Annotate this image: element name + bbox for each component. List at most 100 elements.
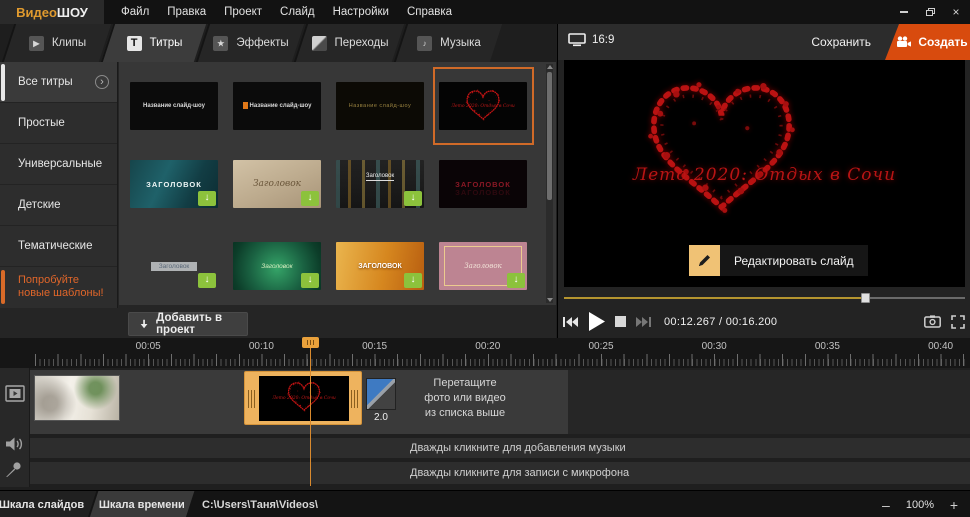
sidebar-item-4[interactable]: Детские	[0, 185, 117, 226]
tab-титры[interactable]: TТитры	[101, 24, 206, 62]
drop-hint-line1: Перетащите	[410, 376, 520, 391]
template-thumbnail-12[interactable]: Заголовок↓	[439, 242, 527, 290]
stop-button[interactable]	[610, 305, 631, 338]
drop-hint-line3: из списка выше	[410, 406, 520, 421]
menu-item-5[interactable]: Настройки	[324, 0, 398, 24]
download-badge-icon[interactable]: ↓	[507, 273, 525, 288]
scroll-up-icon[interactable]	[547, 65, 553, 69]
titles-panel: Все титры›ПростыеУниверсальныеДетские Тем…	[0, 62, 556, 338]
template-thumbnail-1[interactable]: Название слайд-шоу	[130, 82, 218, 130]
slide-clip-selected[interactable]: Лето 2020: Отдых в Сочи	[244, 371, 362, 425]
restore-button[interactable]	[920, 3, 940, 21]
slides-track-icon	[5, 385, 25, 402]
template-title-text: Название слайд-шоу	[250, 104, 312, 110]
template-thumbnail-5[interactable]: ЗАГОЛОВОК↓	[130, 160, 218, 208]
template-thumbnail-3[interactable]: Название слайд-шоу	[336, 82, 424, 130]
sidebar-item-2[interactable]: Простые	[0, 103, 117, 144]
sidebar-item-3[interactable]: Универсальные	[0, 144, 117, 185]
tab-клипы[interactable]: ▶ Клипы	[2, 24, 111, 62]
minimize-button[interactable]	[894, 3, 914, 21]
aspect-ratio-control[interactable]: 16:9	[568, 33, 614, 47]
template-thumbnail-11[interactable]: ЗАГОЛОВОК↓	[336, 242, 424, 290]
ruler-label-00:30: 00:30	[702, 341, 727, 352]
tab-музыка[interactable]: ♪Музыка	[394, 24, 502, 62]
sidebar-item-1[interactable]: Все титры›	[0, 62, 117, 103]
time-scale-tab[interactable]: Шкала времени	[90, 491, 195, 517]
sidebar-item-label: Тематические	[18, 240, 93, 252]
download-badge-icon[interactable]: ↓	[198, 191, 216, 206]
video-track-empty[interactable]	[568, 370, 970, 434]
music-track[interactable]: Дважды кликните для добавления музыки	[30, 438, 970, 458]
template-thumbnail-6[interactable]: Заголовок↓	[233, 160, 321, 208]
template-thumbnail-9[interactable]: Заголовок↓	[130, 242, 218, 290]
tab-переходы[interactable]: Переходы	[294, 24, 404, 62]
transition-duration: 2.0	[360, 412, 402, 423]
tab-эффекты[interactable]: ★Эффекты	[196, 24, 304, 62]
tab-icon-star: ★	[213, 36, 228, 51]
seek-bar[interactable]	[564, 293, 965, 303]
menu-item-2[interactable]: Правка	[158, 0, 215, 24]
download-badge-icon[interactable]: ↓	[404, 191, 422, 206]
menu-item-3[interactable]: Проект	[215, 0, 271, 24]
transition-clip[interactable]	[366, 378, 396, 410]
video-preview: Лето 2020: Отдых в Сочи Редактировать сл…	[564, 60, 965, 287]
edit-slide-label: Редактировать слайд	[720, 245, 868, 276]
play-icon	[588, 312, 605, 331]
trim-handle-right[interactable]	[348, 389, 361, 409]
slides-scale-tab[interactable]: Шкала слайдов	[0, 491, 96, 517]
save-button[interactable]: Сохранить	[803, 24, 879, 60]
skip-next-icon	[636, 316, 651, 328]
fullscreen-icon[interactable]	[951, 315, 965, 329]
skip-next-button[interactable]	[631, 305, 656, 338]
promo-new-templates[interactable]: Попробуйтеновые шаблоны!	[0, 267, 117, 307]
download-badge-icon[interactable]: ↓	[198, 273, 216, 288]
menu-item-1[interactable]: Файл	[112, 0, 158, 24]
videoshow-app-window: ВидеоШОУ ФайлПравкаПроектСлайдНастройкиС…	[0, 0, 970, 517]
add-to-project-button[interactable]: Добавить в проект	[128, 312, 248, 336]
minimize-icon	[900, 11, 908, 13]
timecode-display: 00:12.267 / 00:16.200	[664, 316, 777, 328]
slide-clip-photo[interactable]	[34, 375, 120, 421]
template-thumbnail-10[interactable]: Заголовок↓	[233, 242, 321, 290]
template-scrollbar[interactable]	[546, 64, 553, 303]
download-badge-icon[interactable]: ↓	[301, 191, 319, 206]
zoom-out-button[interactable]: –	[878, 497, 894, 513]
promo-line2: новые шаблоны!	[18, 287, 117, 300]
video-camera-icon	[896, 36, 912, 48]
heart-particles-graphic	[639, 75, 804, 220]
timeline-ruler[interactable]: 00:0500:1000:1500:2000:2500:3000:3500:40	[0, 338, 970, 368]
seek-handle[interactable]	[861, 293, 870, 303]
close-button[interactable]: ×	[946, 3, 966, 21]
create-button[interactable]: Создать	[885, 24, 970, 60]
menu-item-6[interactable]: Справка	[398, 0, 461, 24]
playhead-handle[interactable]	[302, 337, 319, 348]
scroll-down-icon[interactable]	[547, 298, 553, 302]
snapshot-icon[interactable]	[924, 315, 941, 328]
music-hint-text: Дважды кликните для добавления музыки	[410, 442, 626, 454]
menu-bar: ФайлПравкаПроектСлайдНастройкиСправка	[112, 0, 461, 24]
scrollbar-thumb[interactable]	[547, 72, 552, 200]
preview-panel: 16:9 Сохранить Создать Лето 2020: Отдых …	[557, 24, 970, 338]
video-track[interactable]: Лето 2020: Отдых в Сочи 2.0 Перетащите ф…	[30, 370, 568, 434]
logo-text-primary: Видео	[16, 5, 57, 20]
monitor-icon	[568, 33, 586, 47]
template-thumbnail-8[interactable]: ЗАГОЛОВОК	[439, 160, 527, 208]
zoom-in-button[interactable]: +	[946, 497, 962, 513]
main-tab-bar: ▶ Клипы TТитры★ЭффектыПереходы♪Музыка	[0, 24, 556, 62]
template-title: Заголовок	[366, 173, 394, 181]
play-button[interactable]	[583, 305, 610, 338]
edit-slide-button[interactable]: Редактировать слайд	[689, 245, 868, 276]
tab-label: Клипы	[52, 37, 86, 49]
microphone-track[interactable]: Дважды кликните для записи с микрофона	[30, 462, 970, 484]
skip-start-button[interactable]	[558, 305, 583, 338]
template-thumbnail-2[interactable]: Название слайд-шоу	[233, 82, 321, 130]
tab-icon-play: ▶	[29, 36, 44, 51]
trim-handle-left[interactable]	[245, 389, 258, 409]
sidebar-item-5[interactable]: Тематические	[0, 226, 117, 267]
download-badge-icon[interactable]: ↓	[404, 273, 422, 288]
template-thumbnail-7[interactable]: Заголовок ↓	[336, 160, 424, 208]
download-badge-icon[interactable]: ↓	[301, 273, 319, 288]
drop-hint-text: Перетащите фото или видео из списка выше	[410, 376, 520, 421]
add-to-project-label: Добавить в проект	[156, 312, 247, 336]
menu-item-4[interactable]: Слайд	[271, 0, 324, 24]
